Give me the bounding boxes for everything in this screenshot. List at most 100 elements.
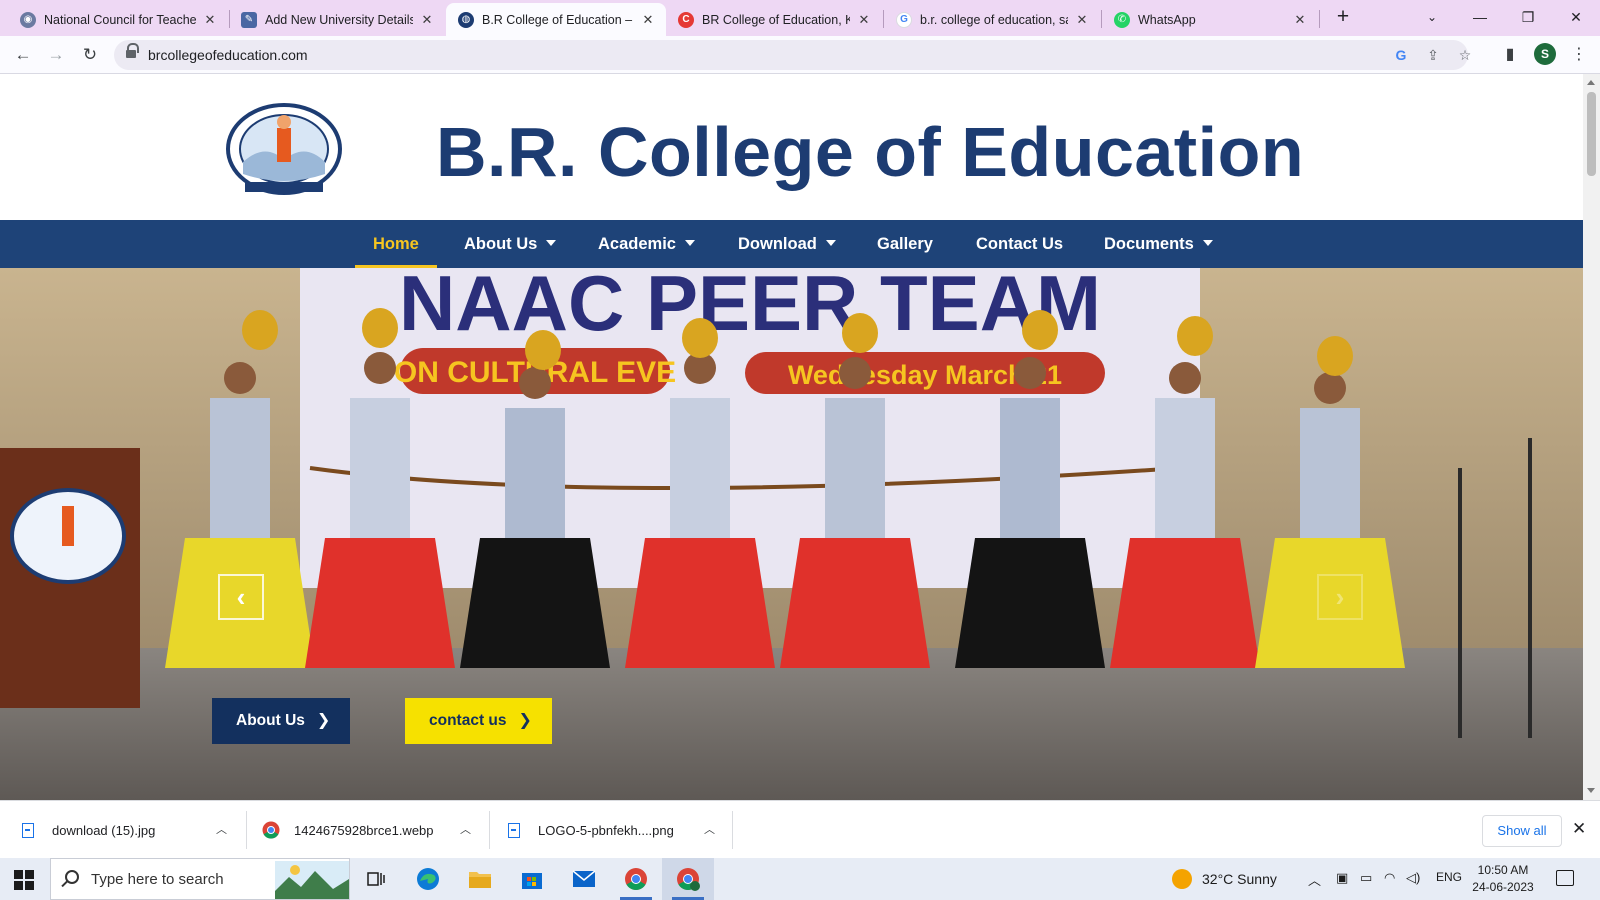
close-icon[interactable]: ✕ bbox=[1572, 819, 1586, 839]
chevron-down-icon bbox=[1202, 240, 1213, 246]
tab-title: b.r. college of education, sa bbox=[920, 12, 1068, 27]
button-label: contact us bbox=[429, 712, 507, 729]
side-panel-icon[interactable]: ▮ bbox=[1497, 42, 1523, 68]
language-indicator[interactable]: ENG bbox=[1436, 870, 1462, 884]
search-placeholder: Type here to search bbox=[91, 871, 224, 888]
nav-gallery[interactable]: Gallery bbox=[877, 220, 933, 268]
menu-kebab-icon[interactable]: ⋮ bbox=[1566, 42, 1592, 68]
nav-label: About Us bbox=[464, 235, 538, 253]
downloads-shelf: download (15).jpg ︿ 1424675928brce1.webp… bbox=[0, 800, 1600, 858]
nav-label: Home bbox=[373, 235, 419, 253]
shelf-separator bbox=[246, 811, 247, 849]
url-text[interactable]: brcollegeofeducation.com bbox=[148, 47, 308, 63]
restore-icon[interactable]: ❐ bbox=[1508, 4, 1548, 30]
tab-title: WhatsApp bbox=[1138, 12, 1196, 27]
site-header: B.R. College of Education bbox=[0, 74, 1583, 220]
minimize-icon[interactable]: — bbox=[1460, 4, 1500, 30]
college-logo[interactable] bbox=[225, 102, 343, 196]
address-bar[interactable]: brcollegeofeducation.com G ⇪ ☆ bbox=[114, 40, 1471, 70]
chevron-right-icon: ❯ bbox=[316, 712, 331, 729]
microsoft-store-icon[interactable] bbox=[506, 858, 558, 900]
tab-add-university[interactable]: ✎ Add New University Details ✕ bbox=[229, 3, 445, 36]
system-clock[interactable]: 10:50 AM 24-06-2023 bbox=[1468, 862, 1538, 896]
chevron-up-icon[interactable]: ︿ bbox=[704, 821, 715, 837]
close-icon[interactable]: ✕ bbox=[419, 12, 435, 28]
search-highlight-illustration bbox=[275, 861, 349, 899]
banner-title: NAAC PEER TEAM bbox=[399, 268, 1101, 347]
nav-documents[interactable]: Documents bbox=[1104, 220, 1213, 268]
volume-icon[interactable]: ◁) bbox=[1406, 870, 1420, 886]
tab-google-search[interactable]: G b.r. college of education, sa ✕ bbox=[884, 3, 1100, 36]
file-explorer-icon[interactable] bbox=[454, 858, 506, 900]
page-scrollbar[interactable] bbox=[1583, 74, 1600, 800]
notification-icon[interactable] bbox=[1556, 870, 1574, 886]
back-icon[interactable]: ← bbox=[10, 42, 36, 68]
weather-text: 32°C Sunny bbox=[1202, 871, 1277, 887]
site-title: B.R. College of Education bbox=[436, 113, 1305, 191]
close-icon[interactable]: ✕ bbox=[1074, 12, 1090, 28]
shelf-separator bbox=[489, 811, 490, 849]
tab-title: Add New University Details bbox=[265, 12, 413, 27]
tab-br-college-ku[interactable]: C BR College of Education, Ku ✕ bbox=[666, 3, 882, 36]
chrome-taskbar-icon[interactable] bbox=[610, 858, 662, 900]
scroll-down-icon[interactable] bbox=[1587, 788, 1595, 793]
profile-avatar[interactable]: S bbox=[1534, 43, 1556, 65]
chevron-up-icon[interactable]: ︿ bbox=[216, 821, 227, 837]
download-item[interactable]: 1424675928brce1.webp ︿ bbox=[262, 801, 472, 859]
nav-academic[interactable]: Academic bbox=[598, 220, 695, 268]
close-icon[interactable]: ✕ bbox=[1292, 12, 1308, 28]
chevron-up-icon[interactable]: ︿ bbox=[460, 821, 471, 837]
share-icon[interactable]: ⇪ bbox=[1422, 44, 1444, 66]
nav-label: Documents bbox=[1104, 235, 1194, 253]
slider-next-button[interactable]: › bbox=[1317, 574, 1363, 620]
tab-whatsapp[interactable]: ✆ WhatsApp ✕ bbox=[1102, 3, 1318, 36]
hero-slider: NAAC PEER TEAM ON CULTURAL EVE Wednesday… bbox=[0, 268, 1583, 800]
mail-icon[interactable] bbox=[558, 858, 610, 900]
close-icon[interactable]: ✕ bbox=[202, 12, 218, 28]
close-icon[interactable]: ✕ bbox=[856, 12, 872, 28]
battery-icon[interactable]: ▭ bbox=[1360, 870, 1372, 886]
edge-icon[interactable] bbox=[402, 858, 454, 900]
tab-search-icon[interactable]: ⌄ bbox=[1412, 4, 1452, 30]
tab-separator bbox=[1319, 10, 1320, 28]
chrome-profile-taskbar-icon[interactable] bbox=[662, 858, 714, 900]
nav-about-us[interactable]: About Us bbox=[464, 220, 557, 268]
bookmark-star-icon[interactable]: ☆ bbox=[1454, 44, 1476, 66]
button-label: About Us bbox=[236, 712, 305, 729]
browser-toolbar: ← → ↻ brcollegeofeducation.com G ⇪ ☆ ▮ S… bbox=[0, 36, 1600, 74]
file-icon bbox=[508, 822, 520, 838]
whatsapp-icon: ✆ bbox=[1114, 11, 1130, 28]
show-all-button[interactable]: Show all bbox=[1482, 815, 1562, 847]
forward-icon[interactable]: → bbox=[43, 42, 69, 68]
chevron-down-icon bbox=[684, 240, 695, 246]
screen: ◉ National Council for Teacher ✕ ✎ Add N… bbox=[0, 0, 1600, 900]
contact-us-button[interactable]: contact us ❯ bbox=[405, 698, 552, 744]
chevron-down-icon bbox=[546, 240, 557, 246]
slider-prev-button[interactable]: ‹ bbox=[218, 574, 264, 620]
new-tab-button[interactable]: + bbox=[1330, 6, 1356, 30]
device-icon[interactable]: ▣ bbox=[1336, 870, 1348, 886]
windows-start-icon[interactable] bbox=[14, 870, 34, 890]
about-us-button[interactable]: About Us ❯ bbox=[212, 698, 351, 744]
nav-download[interactable]: Download bbox=[738, 220, 836, 268]
ncte-icon: ◉ bbox=[20, 11, 36, 28]
wifi-icon[interactable]: ◠ bbox=[1384, 870, 1395, 886]
scroll-up-icon[interactable] bbox=[1587, 80, 1595, 85]
download-item[interactable]: LOGO-5-pbnfekh....png ︿ bbox=[508, 801, 718, 859]
tab-br-college-active[interactable]: ◍ B.R College of Education – K ✕ bbox=[446, 3, 666, 36]
scrollbar-thumb[interactable] bbox=[1587, 92, 1596, 176]
chevron-up-icon[interactable]: ︿ bbox=[1308, 870, 1321, 889]
close-icon[interactable]: ✕ bbox=[640, 12, 656, 28]
taskbar-search-box[interactable]: Type here to search bbox=[50, 858, 350, 900]
nav-home[interactable]: Home bbox=[355, 220, 437, 268]
window-close-icon[interactable]: ✕ bbox=[1556, 4, 1596, 30]
download-item[interactable]: download (15).jpg ︿ bbox=[22, 801, 232, 859]
weather-widget[interactable]: 32°C Sunny bbox=[1172, 869, 1277, 889]
task-view-icon[interactable] bbox=[350, 858, 402, 900]
tab-national-council[interactable]: ◉ National Council for Teacher ✕ bbox=[8, 3, 228, 36]
red-c-icon: C bbox=[678, 11, 694, 28]
browser-tab-strip: ◉ National Council for Teacher ✕ ✎ Add N… bbox=[0, 0, 1600, 36]
google-lens-icon[interactable]: G bbox=[1390, 44, 1412, 66]
nav-contact-us[interactable]: Contact Us bbox=[976, 220, 1063, 268]
reload-icon[interactable]: ↻ bbox=[77, 42, 103, 68]
